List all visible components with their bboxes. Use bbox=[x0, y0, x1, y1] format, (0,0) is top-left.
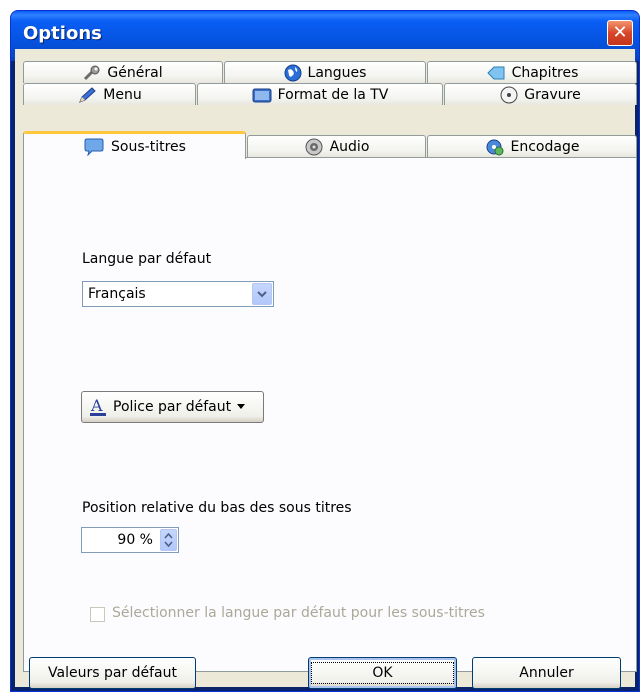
svg-text:A: A bbox=[90, 397, 103, 415]
disc-icon bbox=[500, 86, 518, 103]
default-font-button[interactable]: A Police par défaut bbox=[81, 391, 264, 423]
window-title: Options bbox=[23, 23, 102, 44]
options-dialog: Options ✕ Général Langues Chapitres Menu… bbox=[10, 10, 640, 692]
tab-subtitles[interactable]: Sous-titres bbox=[23, 131, 246, 159]
dialog-client-area: Général Langues Chapitres Menu Format de… bbox=[15, 49, 637, 689]
restore-defaults-button[interactable]: Valeurs par défaut bbox=[29, 657, 196, 689]
default-language-value: Français bbox=[88, 286, 146, 302]
tab-label: Audio bbox=[329, 138, 370, 155]
tv-icon bbox=[252, 88, 272, 102]
tab-languages[interactable]: Langues bbox=[224, 61, 426, 83]
default-language-checkbox-label: Sélectionner la langue par défaut pour l… bbox=[112, 605, 485, 621]
font-color-icon: A bbox=[90, 397, 106, 416]
default-language-checkbox[interactable] bbox=[90, 607, 105, 622]
tab-menu[interactable]: Menu bbox=[23, 83, 196, 105]
cancel-label: Annuler bbox=[519, 665, 574, 681]
speaker-icon bbox=[305, 138, 323, 155]
ok-label: OK bbox=[311, 662, 454, 684]
pen-icon bbox=[79, 86, 96, 103]
wrench-icon bbox=[84, 65, 100, 80]
spin-down-icon[interactable] bbox=[164, 541, 173, 547]
encode-gear-icon bbox=[486, 139, 504, 155]
default-language-select[interactable]: Français bbox=[82, 281, 274, 307]
position-spinner[interactable]: 90 % bbox=[81, 527, 179, 553]
position-label: Position relative du bas des sous titres bbox=[82, 500, 352, 516]
tab-general[interactable]: Général bbox=[23, 61, 223, 83]
tab-label: Menu bbox=[103, 86, 142, 103]
restore-defaults-label: Valeurs par défaut bbox=[48, 665, 177, 681]
position-value: 90 % bbox=[117, 532, 153, 548]
tab-label: Langues bbox=[307, 64, 367, 81]
subtitles-panel: Langue par défaut Français A Police par … bbox=[23, 157, 637, 672]
tab-label: Gravure bbox=[524, 86, 581, 103]
cancel-button[interactable]: Annuler bbox=[472, 657, 621, 689]
tab-label: Encodage bbox=[510, 138, 580, 155]
tab-label: Sous-titres bbox=[111, 138, 186, 155]
tab-audio[interactable]: Audio bbox=[247, 135, 426, 157]
globe-icon bbox=[284, 64, 302, 81]
tab-burning[interactable]: Gravure bbox=[444, 83, 637, 105]
tab-row-2: Menu Format de la TV Gravure bbox=[23, 83, 637, 105]
tab-label: Chapitres bbox=[511, 64, 579, 81]
tab-encoding[interactable]: Encodage bbox=[427, 135, 637, 157]
spin-buttons[interactable] bbox=[160, 529, 177, 551]
chapter-icon bbox=[486, 66, 505, 79]
close-icon: ✕ bbox=[612, 22, 628, 43]
speech-bubble-icon bbox=[84, 138, 104, 156]
dropdown-arrow-icon bbox=[237, 404, 246, 409]
close-button[interactable]: ✕ bbox=[607, 20, 633, 46]
chevron-down-icon[interactable] bbox=[252, 283, 272, 305]
ok-button[interactable]: OK bbox=[308, 657, 457, 689]
tab-row-1: Général Langues Chapitres bbox=[23, 61, 637, 83]
default-language-label: Langue par défaut bbox=[82, 251, 212, 267]
tab-tv-format[interactable]: Format de la TV bbox=[197, 83, 443, 105]
spin-up-icon[interactable] bbox=[164, 533, 173, 539]
tab-label: Général bbox=[107, 64, 163, 81]
tab-chapters[interactable]: Chapitres bbox=[427, 61, 637, 83]
tab-label: Format de la TV bbox=[277, 86, 389, 103]
font-button-label: Police par défaut bbox=[113, 399, 232, 415]
tab-row-3: Sous-titres Audio Encodage bbox=[23, 131, 637, 159]
